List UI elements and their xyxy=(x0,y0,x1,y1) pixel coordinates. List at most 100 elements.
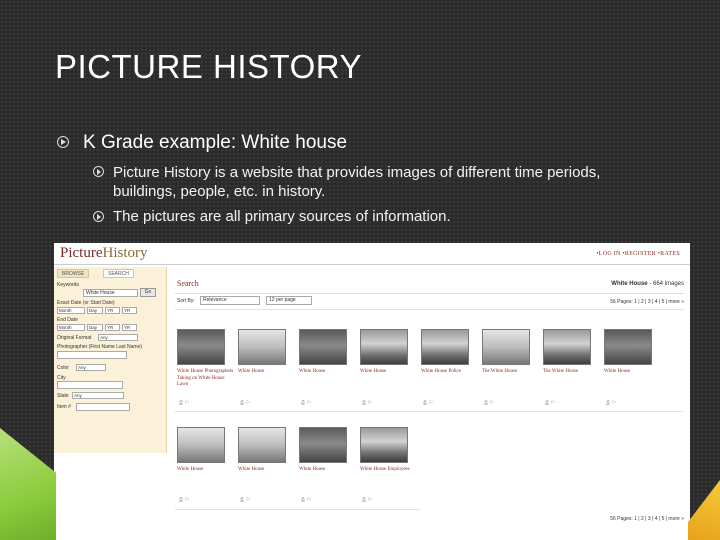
result-action-icons[interactable]: ⎙ ⚐ xyxy=(179,400,189,406)
result-item[interactable]: White House ⎙ ⚐ xyxy=(238,427,296,503)
result-thumbnail[interactable] xyxy=(421,329,469,365)
result-action-icons[interactable]: ⎙ ⚐ xyxy=(362,497,372,503)
result-thumbnail[interactable] xyxy=(177,329,225,365)
end-yr-select[interactable]: YR xyxy=(105,324,120,331)
results-count: - 664 images xyxy=(649,281,684,287)
end-date-label: End Date xyxy=(57,317,78,323)
per-page-select[interactable]: 12 per page xyxy=(266,296,312,305)
result-caption[interactable]: The White House xyxy=(482,369,540,376)
exact-date-label: Exact Date (or Start Date) xyxy=(57,300,115,306)
site-logo[interactable]: PictureHistory xyxy=(60,245,148,262)
slide-title: PICTURE HISTORY xyxy=(55,48,362,85)
tab-search[interactable]: SEARCH xyxy=(103,269,134,278)
result-thumbnail[interactable] xyxy=(299,329,347,365)
result-caption[interactable]: White House xyxy=(238,369,296,376)
end-yr2-select[interactable]: YR xyxy=(122,324,137,331)
result-action-icons[interactable]: ⎙ ⚐ xyxy=(362,400,372,406)
account-links[interactable]: •LOG IN •REGISTER •RATES xyxy=(596,251,680,257)
result-thumbnail[interactable] xyxy=(543,329,591,365)
decorative-gold-swoosh xyxy=(688,480,720,540)
result-item[interactable]: White House Photographers Taking on Whit… xyxy=(177,329,235,406)
result-action-icons[interactable]: ⎙ ⚐ xyxy=(179,497,189,503)
state-label: State xyxy=(57,393,69,399)
divider xyxy=(175,293,684,294)
start-yr-select[interactable]: YR xyxy=(105,307,120,314)
result-action-icons[interactable]: ⎙ ⚐ xyxy=(240,400,250,406)
end-month-select[interactable]: Month xyxy=(57,324,85,331)
bullet-arrow-icon xyxy=(93,166,104,177)
logo-history: History xyxy=(102,245,148,261)
item-input[interactable] xyxy=(76,403,130,411)
bullet-level2: The pictures are all primary sources of … xyxy=(93,208,451,225)
search-sidebar: BROWSE SEARCH Keywords White House Go Ex… xyxy=(54,267,167,453)
result-action-icons[interactable]: ⎙ ⚐ xyxy=(484,400,494,406)
result-thumbnail[interactable] xyxy=(482,329,530,365)
city-input[interactable] xyxy=(57,381,123,389)
result-thumbnail[interactable] xyxy=(360,329,408,365)
result-item[interactable]: White House ⎙ ⚐ xyxy=(604,329,662,406)
start-day-select[interactable]: Day xyxy=(87,307,103,314)
result-caption[interactable]: White House xyxy=(177,467,235,474)
result-thumbnail[interactable] xyxy=(238,329,286,365)
result-action-icons[interactable]: ⎙ ⚐ xyxy=(301,400,311,406)
pagination-top[interactable]: 56 Pages: 1 | 2 | 3 | 4 | 5 | more » xyxy=(610,299,684,305)
result-action-icons[interactable]: ⎙ ⚐ xyxy=(423,400,433,406)
divider xyxy=(175,309,684,310)
result-thumbnail[interactable] xyxy=(604,329,652,365)
result-caption[interactable]: White House xyxy=(238,467,296,474)
result-item[interactable]: White House ⎙ ⚐ xyxy=(360,329,418,406)
result-thumbnail[interactable] xyxy=(238,427,286,463)
bullet-text: K Grade example: White house xyxy=(83,132,348,153)
header-divider xyxy=(54,264,690,265)
result-thumbnail[interactable] xyxy=(360,427,408,463)
result-caption[interactable]: White House xyxy=(299,369,357,376)
result-item[interactable]: White House ⎙ ⚐ xyxy=(299,329,357,406)
result-item[interactable]: White House Police ⎙ ⚐ xyxy=(421,329,479,406)
sort-label: Sort By: xyxy=(177,298,195,304)
result-caption[interactable]: White House xyxy=(604,369,662,376)
bullet-arrow-icon xyxy=(93,211,104,222)
color-label: Color xyxy=(57,365,69,371)
result-caption[interactable]: White House Police xyxy=(421,369,479,376)
start-yr2-select[interactable]: YR xyxy=(122,307,137,314)
bullet-level1: K Grade example: White house xyxy=(55,132,347,154)
results-query: White House xyxy=(611,281,648,287)
bullet-text: The pictures are all primary sources of … xyxy=(113,208,451,225)
keywords-input[interactable]: White House xyxy=(83,289,138,297)
result-caption[interactable]: White House Photographers Taking on Whit… xyxy=(177,369,235,389)
result-item[interactable]: White House ⎙ ⚐ xyxy=(238,329,296,406)
start-month-select[interactable]: Month xyxy=(57,307,85,314)
result-caption[interactable]: White House xyxy=(299,467,357,474)
result-action-icons[interactable]: ⎙ ⚐ xyxy=(301,497,311,503)
end-day-select[interactable]: Day xyxy=(87,324,103,331)
divider xyxy=(175,509,420,510)
result-action-icons[interactable]: ⎙ ⚐ xyxy=(545,400,555,406)
bullet-text: Picture History is a website that provid… xyxy=(113,164,601,200)
original-format-label: Original Format xyxy=(57,335,92,341)
search-heading: Search xyxy=(177,279,199,288)
result-caption[interactable]: The White House xyxy=(543,369,601,376)
state-select[interactable]: Any xyxy=(72,392,124,399)
photographer-input[interactable] xyxy=(57,351,127,359)
result-item[interactable]: White House ⎙ ⚐ xyxy=(299,427,357,503)
result-thumbnail[interactable] xyxy=(177,427,225,463)
result-thumbnail[interactable] xyxy=(299,427,347,463)
result-item[interactable]: White House ⎙ ⚐ xyxy=(177,427,235,503)
result-item[interactable]: White House Employees ⎙ ⚐ xyxy=(360,427,418,503)
result-item[interactable]: The White House ⎙ ⚐ xyxy=(482,329,540,406)
result-action-icons[interactable]: ⎙ ⚐ xyxy=(606,400,616,406)
pagination-bottom[interactable]: 56 Pages: 1 | 2 | 3 | 4 | 5 | more » xyxy=(610,516,684,522)
bullet-level2: Picture History is a website that provid… xyxy=(93,163,653,201)
result-action-icons[interactable]: ⎙ ⚐ xyxy=(240,497,250,503)
go-button[interactable]: Go xyxy=(140,288,156,297)
tab-browse[interactable]: BROWSE xyxy=(57,269,90,278)
color-select[interactable]: Any xyxy=(76,364,106,371)
divider xyxy=(175,411,684,412)
result-caption[interactable]: White House Employees xyxy=(360,467,418,474)
result-caption[interactable]: White House xyxy=(360,369,418,376)
photographer-label: Photographer (First Name Last Name) xyxy=(57,344,143,350)
result-item[interactable]: The White House ⎙ ⚐ xyxy=(543,329,601,406)
decorative-green-swoosh xyxy=(0,428,56,540)
original-format-select[interactable]: Any xyxy=(98,334,138,341)
sort-select[interactable]: Relevance xyxy=(200,296,260,305)
